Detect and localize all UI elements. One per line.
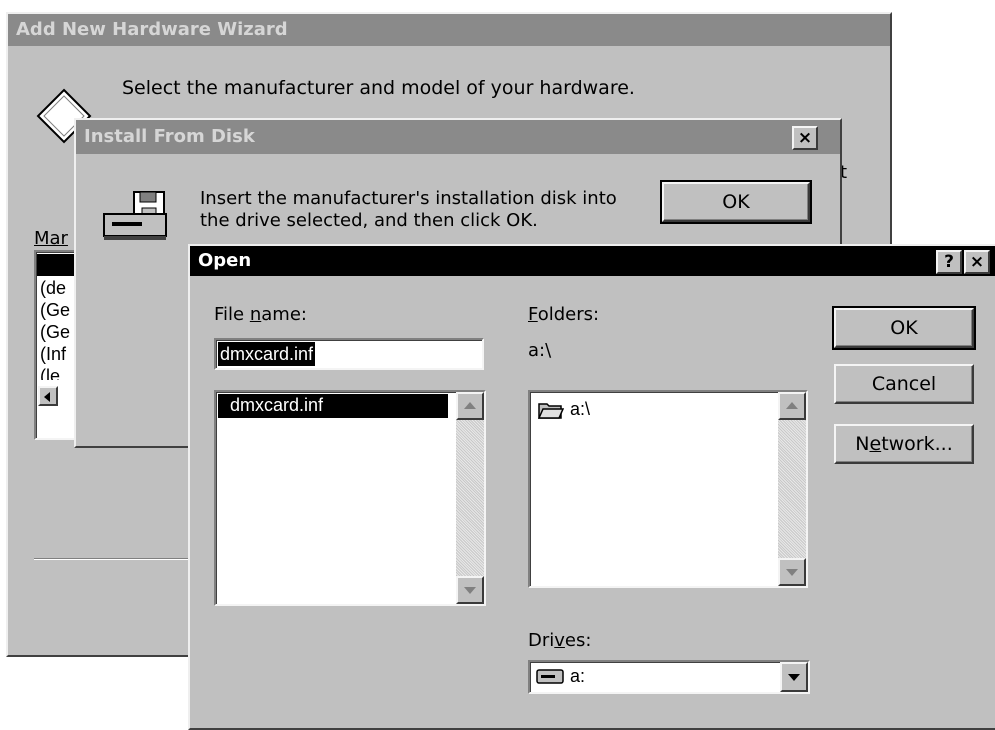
help-button[interactable]: ? <box>936 250 962 274</box>
arrow-down-icon <box>786 569 798 576</box>
open-dialog-window: Open ? × File name: dmxcard.inf dmxcard.… <box>188 244 995 730</box>
chevron-down-icon <box>788 674 800 681</box>
open-title: Open <box>198 250 252 271</box>
current-folder-path: a:\ <box>528 340 552 361</box>
drives-label-post: es: <box>564 630 592 651</box>
scroll-left-button[interactable] <box>38 386 58 406</box>
network-button[interactable]: Network... <box>834 424 974 464</box>
file-list-scrollbar[interactable] <box>456 392 484 604</box>
network-label-accel: e <box>869 433 882 455</box>
folders-label-post: olders: <box>537 304 600 325</box>
open-ok-label: OK <box>890 317 918 339</box>
list-item[interactable]: (Ge <box>40 322 70 343</box>
wizard-title-bar[interactable]: Add New Hardware Wizard <box>8 14 890 46</box>
list-item[interactable]: dmxcard.inf <box>218 394 448 418</box>
install-title-bar[interactable]: Install From Disk <box>76 120 840 154</box>
scroll-up-button[interactable] <box>778 392 806 420</box>
file-name-label-accel: n <box>249 304 262 325</box>
scroll-down-button[interactable] <box>778 558 806 586</box>
folder-list-scrollbar[interactable] <box>778 392 806 586</box>
folders-label: Folders: <box>528 304 599 325</box>
open-ok-button[interactable]: OK <box>832 306 976 350</box>
file-name-label-post: ame: <box>261 304 307 325</box>
network-label: Network... <box>855 433 952 455</box>
disk-drive-icon <box>103 191 167 240</box>
drives-select[interactable]: a: <box>528 660 810 694</box>
folder-list[interactable]: a:\ <box>528 390 808 588</box>
folder-item-label: a:\ <box>570 399 591 419</box>
list-item[interactable]: (Inf <box>40 344 66 365</box>
manufacturers-label: Mar <box>34 228 68 249</box>
wizard-title: Add New Hardware Wizard <box>16 19 288 40</box>
file-name-label: File name: <box>214 304 307 325</box>
arrow-left-icon <box>44 392 50 402</box>
file-list[interactable]: dmxcard.inf <box>214 390 486 606</box>
close-icon: × <box>797 128 813 148</box>
drives-label-pre: Dri <box>528 630 555 651</box>
install-close-button[interactable]: × <box>792 126 818 150</box>
install-ok-label: OK <box>722 191 750 213</box>
arrow-up-icon <box>464 402 476 409</box>
arrow-up-icon <box>786 402 798 409</box>
list-item[interactable]: (Ge <box>40 300 70 321</box>
drives-label: Drives: <box>528 630 591 651</box>
scroll-down-button[interactable] <box>456 576 484 604</box>
wizard-instruction: Select the manufacturer and model of you… <box>122 77 635 99</box>
install-ok-button[interactable]: OK <box>660 180 812 224</box>
help-icon: ? <box>944 252 954 272</box>
list-item[interactable]: (de <box>40 278 66 299</box>
drive-selected-value: a: <box>570 666 586 686</box>
drives-dropdown-button[interactable] <box>780 662 808 692</box>
network-label-post: twork... <box>881 433 953 455</box>
network-label-pre: N <box>855 433 870 455</box>
open-close-button[interactable]: × <box>964 250 990 274</box>
open-folder-icon <box>538 403 564 419</box>
list-item[interactable]: (le <box>40 366 60 380</box>
wizard-separator <box>34 558 204 560</box>
drives-label-accel: v <box>554 630 565 651</box>
file-name-value: dmxcard.inf <box>218 342 316 366</box>
file-name-input[interactable]: dmxcard.inf <box>214 338 484 370</box>
arrow-down-icon <box>464 587 476 594</box>
install-title: Install From Disk <box>84 126 255 147</box>
cancel-button[interactable]: Cancel <box>834 364 974 404</box>
scroll-up-button[interactable] <box>456 392 484 420</box>
open-title-bar[interactable]: Open <box>190 246 995 276</box>
cancel-label: Cancel <box>871 373 937 395</box>
install-message-line2: the drive selected, and then click OK. <box>200 210 538 231</box>
folders-label-accel: F <box>528 304 538 325</box>
file-item-label: dmxcard.inf <box>230 395 324 415</box>
floppy-drive-icon <box>536 669 564 684</box>
close-icon: × <box>969 252 985 272</box>
file-name-label-pre: File <box>214 304 250 325</box>
install-message-line1: Insert the manufacturer's installation d… <box>200 188 617 209</box>
